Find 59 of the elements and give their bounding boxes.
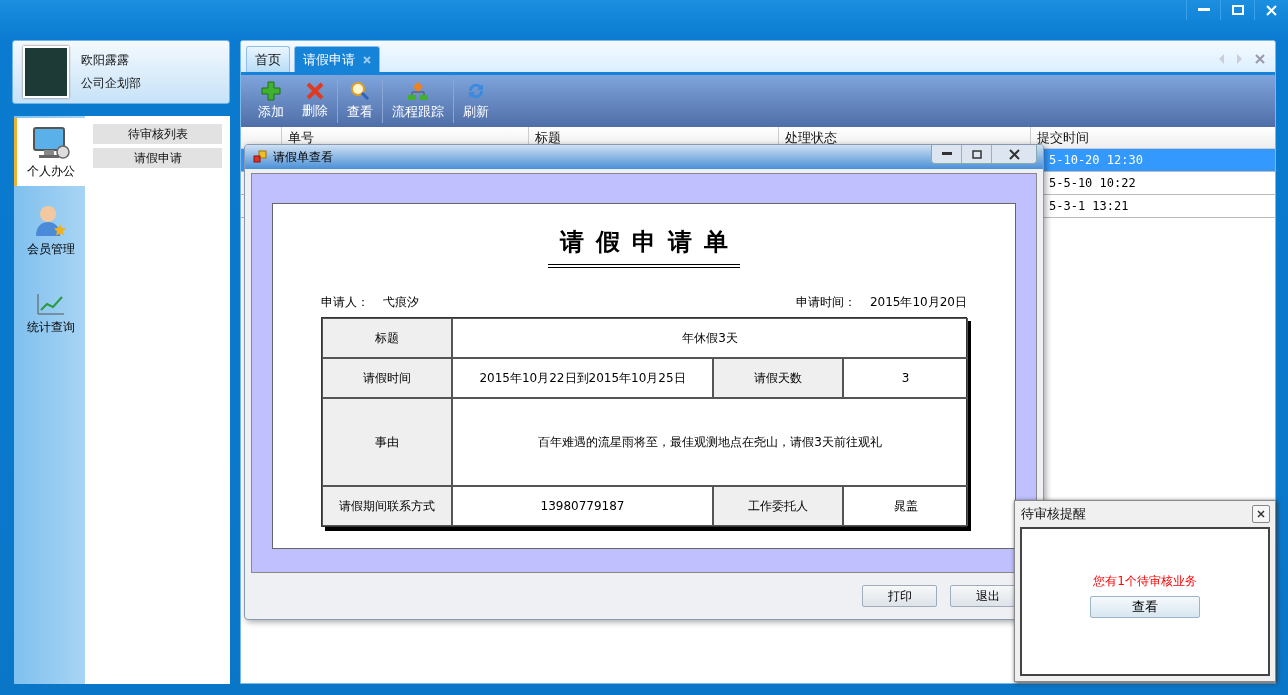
refresh-icon	[466, 81, 486, 101]
toolbar-button[interactable]: 刷新	[454, 79, 498, 123]
form-value-cell: 百年难遇的流星雨将至，最佳观测地点在尧山，请假3天前往观礼	[452, 398, 968, 486]
table-cell-text: 5-5-10 10:22	[1048, 175, 1137, 192]
line-chart-icon	[36, 292, 66, 316]
window-app-icon	[253, 150, 267, 164]
hierarchy-icon	[407, 81, 429, 101]
table-cell-text: 5-10-20 12:30	[1048, 152, 1144, 169]
form-value-cell: 13980779187	[452, 486, 713, 526]
user-name: 欧阳露露	[81, 52, 130, 69]
form-value-cell: 晁盖	[843, 486, 968, 526]
form-label-cell: 请假时间	[322, 358, 452, 398]
close-icon[interactable]	[363, 55, 371, 64]
nav-item[interactable]: 个人办公	[14, 118, 85, 186]
date-value: 2015年10月20日	[869, 294, 967, 311]
minimize-icon	[941, 152, 952, 156]
date-label: 申请时间：	[795, 294, 856, 311]
submenu-item[interactable]: 请假申请	[93, 148, 222, 168]
close-icon	[1008, 148, 1020, 160]
dialog-button[interactable]: 打印	[862, 585, 937, 607]
user-star-icon	[35, 204, 67, 238]
minimize-icon	[1197, 8, 1210, 12]
form-value-cell: 年休假3天	[452, 318, 968, 358]
form-label-cell: 标题	[322, 318, 452, 358]
restore-icon	[971, 149, 982, 159]
dialog-title: 请假单查看	[273, 148, 333, 166]
toolbar-button[interactable]: 流程跟踪	[383, 79, 454, 123]
close-all-icon[interactable]	[1255, 54, 1265, 64]
plus-icon	[261, 81, 281, 101]
toolbar-button[interactable]: 添加	[249, 79, 293, 123]
magnifier-icon	[350, 81, 370, 101]
form-label-cell: 事由	[322, 398, 452, 486]
nav-item[interactable]: 会员管理	[14, 196, 85, 264]
tab[interactable]: 请假申请	[294, 46, 380, 72]
close-icon	[1266, 4, 1277, 16]
view-button[interactable]: 查看	[1090, 596, 1200, 618]
cross-icon	[306, 82, 324, 100]
submenu-item[interactable]: 待审核列表	[93, 124, 222, 144]
user-department: 公司企划部	[81, 75, 141, 92]
form-value-cell: 3	[843, 358, 968, 398]
applicant-value: 弋痕汐	[383, 294, 419, 311]
computer-icon	[32, 126, 70, 160]
toolbar-button[interactable]: 查看	[338, 79, 383, 123]
avatar-photo-placeholder	[23, 46, 69, 98]
form-title: 请假申请单	[548, 226, 740, 268]
tab[interactable]: 首页	[246, 46, 290, 72]
table-cell-text: 5-3-1 13:21	[1048, 198, 1130, 215]
form-label-cell: 请假天数	[713, 358, 843, 398]
toolbar-button[interactable]: 删除	[293, 79, 338, 123]
form-label-cell: 工作委托人	[713, 486, 843, 526]
form-label-cell: 请假期间联系方式	[322, 486, 452, 526]
close-icon	[1257, 510, 1265, 518]
nav-item[interactable]: 统计查询	[14, 274, 85, 342]
form-value-cell: 2015年10月22日到2015年10月25日	[452, 358, 713, 398]
close-button[interactable]	[1252, 505, 1270, 523]
popup-title: 待审核提醒	[1021, 505, 1086, 523]
maximize-icon	[1231, 5, 1244, 15]
reminder-message: 您有1个待审核业务	[1093, 573, 1197, 590]
applicant-label: 申请人：	[321, 294, 369, 311]
